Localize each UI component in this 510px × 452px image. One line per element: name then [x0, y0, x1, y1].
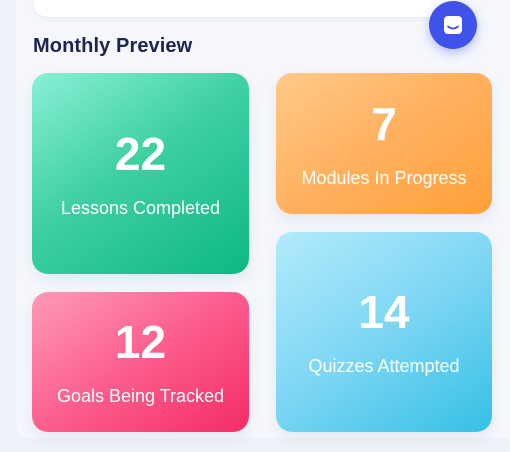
stat-label: Quizzes Attempted — [308, 356, 460, 376]
stat-value: 22 — [114, 127, 167, 180]
stat-label: Modules In Progress — [301, 167, 467, 188]
stat-value: 12 — [114, 316, 167, 368]
stat-label: Goals Being Tracked — [56, 386, 225, 406]
stat-card-modules-in-progress[interactable]: 7 Modules In Progress — [276, 73, 492, 214]
dashboard-screen: Monthly Preview 22 Lessons Completed 7 M… — [0, 0, 510, 452]
stat-card-goals-being-tracked[interactable]: 12 Goals Being Tracked — [32, 292, 249, 432]
chat-icon — [441, 13, 465, 37]
stat-card-lessons-completed[interactable]: 22 Lessons Completed — [32, 73, 249, 274]
stat-value: 14 — [358, 286, 410, 338]
section-title: Monthly Preview — [33, 35, 193, 57]
stat-card-quizzes-attempted[interactable]: 14 Quizzes Attempted — [276, 232, 492, 432]
previous-card — [34, 0, 454, 17]
stat-label: Lessons Completed — [60, 197, 221, 218]
stat-value: 7 — [371, 97, 397, 150]
chat-button[interactable] — [429, 1, 477, 49]
